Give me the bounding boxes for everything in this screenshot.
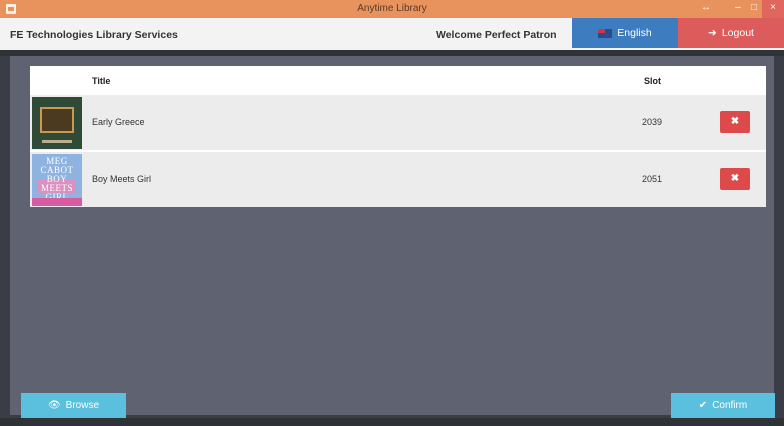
remove-item-button[interactable]: ✖ — [720, 111, 750, 133]
app-header: FE Technologies Library Services Welcome… — [0, 18, 784, 50]
confirm-button[interactable]: ✔ Confirm — [671, 393, 775, 418]
table-header: Title Slot — [30, 66, 766, 94]
cover-footer — [42, 140, 72, 143]
book-cover-image — [32, 97, 82, 149]
resize-button[interactable]: ↔ — [698, 0, 714, 18]
flag-icon — [598, 28, 613, 38]
book-slot: 2051 — [642, 174, 663, 184]
brand-title: FE Technologies Library Services — [10, 29, 178, 41]
window-titlebar: Anytime Library ↔ – □ × — [0, 0, 784, 18]
logout-button[interactable]: ➜ Logout — [678, 18, 784, 48]
column-title: Title — [92, 76, 111, 86]
browse-button[interactable]: 👁 Browse — [21, 393, 126, 418]
maximize-button[interactable]: □ — [746, 0, 762, 18]
remove-item-button[interactable]: ✖ — [720, 168, 750, 190]
language-button[interactable]: English — [572, 18, 678, 48]
check-icon: ✔ — [698, 400, 708, 411]
logout-label: Logout — [721, 27, 754, 39]
confirm-label: Confirm — [712, 400, 748, 411]
window-bottom-border — [0, 418, 784, 426]
cover-artwork — [40, 107, 74, 133]
language-label: English — [617, 27, 652, 39]
loans-table: Title Slot Early Greece 2039 ✖ MEG CABOT… — [30, 66, 766, 207]
book-title: Boy Meets Girl — [92, 174, 152, 184]
close-button[interactable]: × — [762, 0, 784, 18]
welcome-message: Welcome Perfect Patron — [436, 29, 557, 41]
cover-footer — [32, 198, 82, 206]
main-panel: Title Slot Early Greece 2039 ✖ MEG CABOT… — [10, 56, 774, 415]
window-title: Anytime Library — [357, 3, 427, 14]
cover-text: MEG CABOT BOY MEETS GIRL — [40, 156, 74, 202]
column-slot: Slot — [644, 76, 661, 86]
table-row: Early Greece 2039 ✖ — [30, 94, 766, 150]
logout-icon: ➜ — [708, 27, 717, 39]
table-row: MEG CABOT BOY MEETS GIRL Boy Meets Girl … — [30, 151, 766, 207]
book-cover-image: MEG CABOT BOY MEETS GIRL — [32, 154, 82, 206]
eye-icon: 👁 — [47, 400, 61, 411]
browse-label: Browse — [65, 400, 100, 411]
minimize-button[interactable]: – — [730, 0, 746, 18]
book-title: Early Greece — [92, 117, 145, 127]
book-slot: 2039 — [642, 117, 663, 127]
